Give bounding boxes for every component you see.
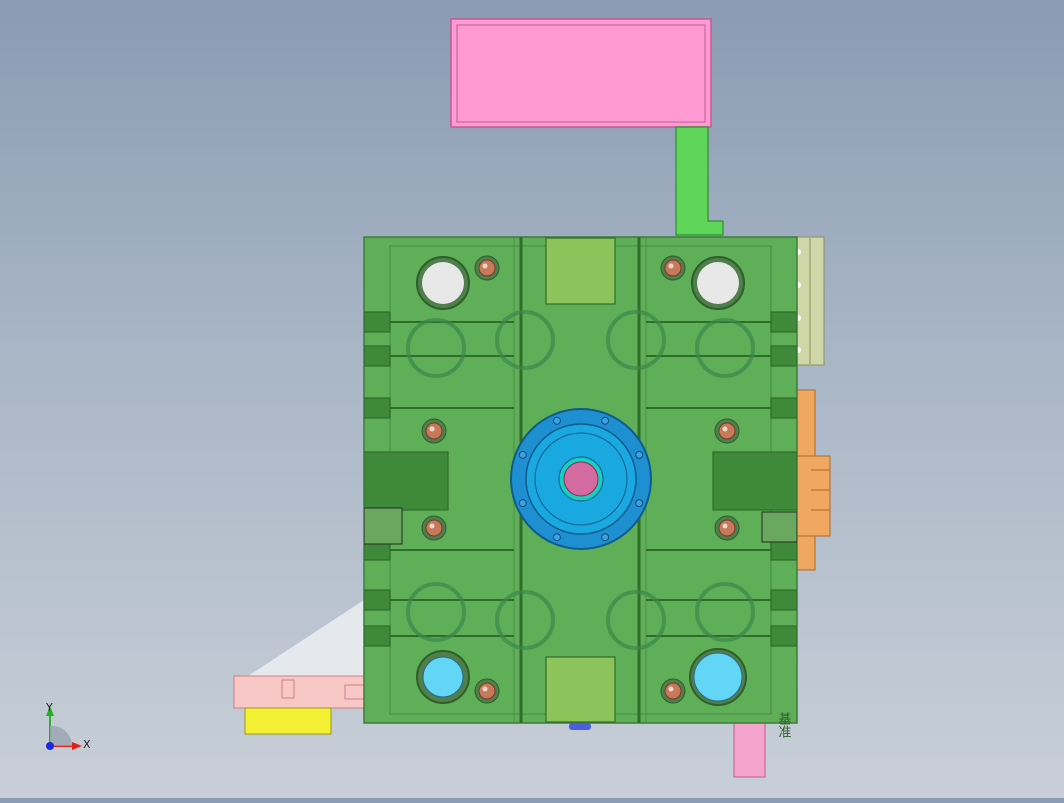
left-chute[interactable] xyxy=(233,600,366,735)
cad-viewport[interactable]: 基准 Y X xyxy=(0,0,1064,798)
hopper-box[interactable] xyxy=(450,18,712,128)
support-leg[interactable] xyxy=(733,722,766,778)
model-canvas[interactable]: 基准 Y X xyxy=(0,0,1064,798)
y-axis-label: Y xyxy=(45,701,53,714)
sprue-bushing[interactable] xyxy=(510,408,652,550)
x-axis-label: X xyxy=(83,738,91,751)
right-rack[interactable] xyxy=(795,236,825,366)
bottom-nub[interactable] xyxy=(569,723,591,730)
engraving-text: 基准 xyxy=(776,712,792,738)
coordinate-triad: Y X xyxy=(45,701,91,751)
green-bracket[interactable] xyxy=(675,126,724,236)
